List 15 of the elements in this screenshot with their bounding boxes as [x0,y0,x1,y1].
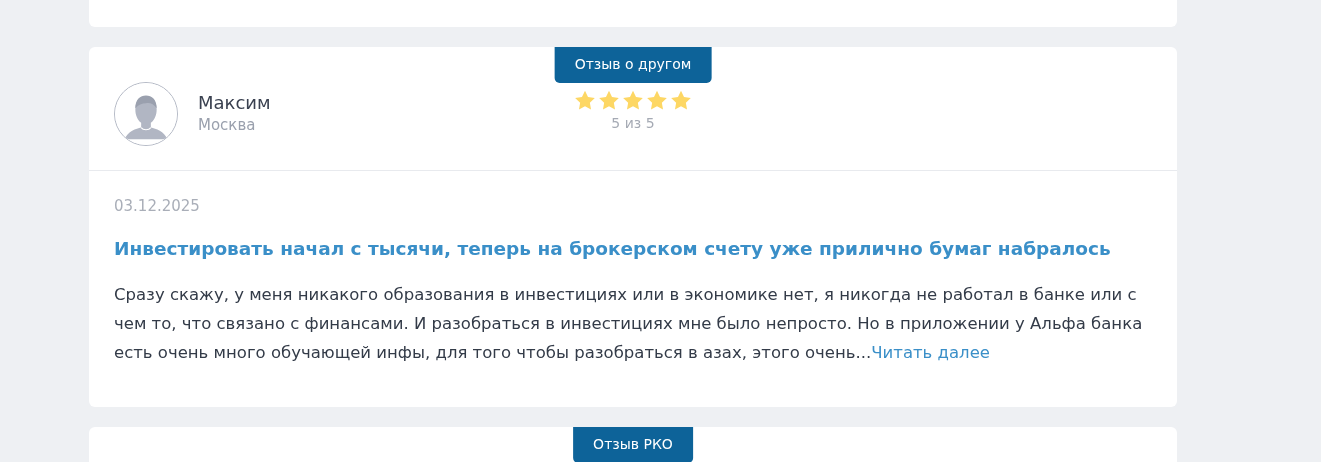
avatar-icon [114,82,178,146]
star-icon [645,89,669,111]
author-city: Москва [198,114,257,136]
star-icon [669,89,693,111]
read-more-link[interactable]: Читать далее [871,343,990,363]
star-icon [621,89,645,111]
category-tag: Отзыв о другом [554,47,712,83]
author-name: Максим [198,91,271,114]
review-title: Инвестировать начал с тысячи, теперь на брокерском счету уже прилично бумаг набралось [114,236,1112,261]
review-date: 03.12.2025 [114,196,201,217]
star-icon [597,89,621,111]
review-text: Сразу скажу, у меня никакого образования в инвестициях или в экономике нет, я никогда не работал в банке или с чем то, что связано с финансами. И разобраться в инвестициях мне было непросто. Но в приложении у Альфа банка есть очень много обучающей инфы, для того чтобы разобраться в азах, этого очень...Читать далее [114,284,1144,365]
category-tag: Отзыв РКО [573,427,693,462]
rating-text: 5 из 5 [610,114,656,133]
star-icon [573,89,597,111]
